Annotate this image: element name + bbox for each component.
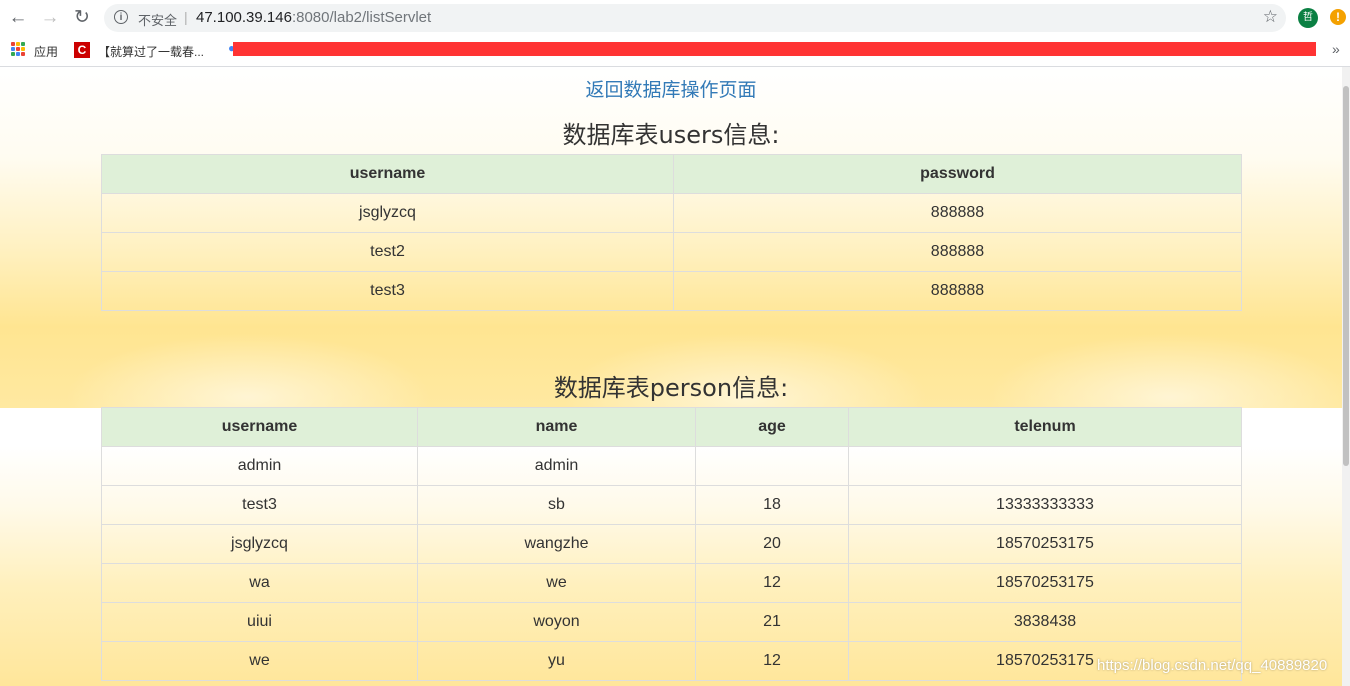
users-table-body: jsglyzcq 888888 test2 888888 test3 888888 (101, 193, 1242, 311)
person-table: username name age telenum admin admin test3 sb… (101, 407, 1242, 681)
apps-grid-dot (16, 42, 20, 46)
table-cell-name: wangzhe (417, 524, 696, 564)
url-host: 47.100.39.146 (196, 9, 292, 26)
url-path: :8080/lab2/listServlet (291, 9, 432, 26)
table-row: we yu 12 18570253175 (101, 641, 1242, 681)
forward-arrow-icon[interactable]: → (38, 6, 62, 30)
bookmark-star-icon[interactable]: ☆ (1263, 7, 1278, 27)
column-header-age: age (695, 407, 849, 447)
watermark: https://blog.csdn.net/qq_40889820 (1097, 657, 1328, 674)
table-row: test3 sb 18 13333333333 (101, 485, 1242, 525)
table-cell-age: 20 (695, 524, 849, 564)
table-cell-username: jsglyzcq (101, 524, 418, 564)
table-cell-username: test3 (101, 271, 674, 311)
table-cell-telenum (848, 446, 1242, 486)
reload-icon[interactable]: ↻ (70, 6, 94, 30)
apps-grid-dot (21, 52, 25, 56)
table-cell-password: 888888 (673, 271, 1242, 311)
table-cell-telenum: 18570253175 (848, 524, 1242, 564)
table-cell-username: wa (101, 563, 418, 603)
info-icon[interactable]: i (114, 10, 128, 24)
table-cell-name: admin (417, 446, 696, 486)
back-link-text[interactable]: 返回数据库操作页面 (585, 79, 756, 101)
users-table-title: 数据库表users信息: (562, 121, 780, 149)
table-cell-password: 888888 (673, 232, 1242, 272)
person-table-body: admin admin test3 sb 18 13333333333 jsglyzcq wa… (101, 446, 1242, 681)
security-label[interactable]: 不安全 (138, 10, 177, 29)
table-cell-username: jsglyzcq (101, 193, 674, 233)
apps-grid-dot (21, 42, 25, 46)
table-cell-age (695, 446, 849, 486)
column-header-password: password (673, 154, 1242, 194)
alert-icon[interactable]: ! (1330, 9, 1346, 25)
table-cell-age: 21 (695, 602, 849, 642)
table-cell-name: we (417, 563, 696, 603)
apps-grid-dot (11, 47, 15, 51)
table-cell-telenum: 13333333333 (848, 485, 1242, 525)
back-arrow-icon[interactable]: ← (6, 6, 30, 30)
page-viewport: 返回数据库操作页面 数据库表users信息: username password … (0, 67, 1342, 686)
table-cell-username: admin (101, 446, 418, 486)
table-cell-username: test3 (101, 485, 418, 525)
column-header-username: username (101, 407, 418, 447)
bookmark-apps[interactable]: 应用 (34, 43, 58, 60)
table-cell-age: 18 (695, 485, 849, 525)
table-row: admin admin (101, 446, 1242, 486)
apps-grid-dot (16, 47, 20, 51)
table-cell-username: we (101, 641, 418, 681)
person-table-title: 数据库表person信息: (553, 374, 789, 402)
bookmark-item-1[interactable]: 【就算过了一载春... (98, 43, 204, 60)
table-cell-name: sb (417, 485, 696, 525)
apps-grid-dot (21, 47, 25, 51)
apps-grid-dot (11, 52, 15, 56)
scrollbar-thumb[interactable] (1343, 86, 1349, 466)
table-cell-name: yu (417, 641, 696, 681)
users-table-header: username password (101, 154, 1242, 194)
column-header-username: username (101, 154, 674, 194)
apps-grid-dot (11, 42, 15, 46)
table-cell-name: woyon (417, 602, 696, 642)
table-cell-telenum: 3838438 (848, 602, 1242, 642)
bookmark-c-icon[interactable]: C (74, 42, 90, 58)
column-header-name: name (417, 407, 696, 447)
table-cell-age: 12 (695, 563, 849, 603)
apps-grid-dot (16, 52, 20, 56)
table-row: jsglyzcq 888888 (101, 193, 1242, 233)
apps-grid-icon[interactable] (11, 42, 25, 56)
person-table-header: username name age telenum (101, 407, 1242, 447)
address-bar[interactable]: i 不安全 | 47.100.39.146:8080/lab2/listServ… (104, 4, 1286, 32)
table-row: uiui woyon 21 3838438 (101, 602, 1242, 642)
table-cell-username: test2 (101, 232, 674, 272)
redaction-bar (233, 42, 1316, 56)
table-cell-age: 12 (695, 641, 849, 681)
table-cell-password: 888888 (673, 193, 1242, 233)
browser-toolbar: ← → ↻ i 不安全 | 47.100.39.146:8080/lab2/li… (0, 0, 1350, 36)
profile-avatar[interactable]: 哲 (1298, 8, 1318, 28)
table-cell-username: uiui (101, 602, 418, 642)
table-row: jsglyzcq wangzhe 20 18570253175 (101, 524, 1242, 564)
table-cell-telenum: 18570253175 (848, 563, 1242, 603)
address-separator: | (184, 9, 188, 25)
column-header-telenum: telenum (848, 407, 1242, 447)
table-row: test3 888888 (101, 271, 1242, 311)
table-row: wa we 12 18570253175 (101, 563, 1242, 603)
back-to-db-page-link[interactable]: 返回数据库操作页面 (0, 75, 1342, 102)
bookmarks-overflow-icon[interactable]: » (1332, 41, 1340, 57)
table-row: test2 888888 (101, 232, 1242, 272)
url-text[interactable]: 47.100.39.146:8080/lab2/listServlet (196, 9, 431, 26)
users-table: username password jsglyzcq 888888 test2 8888… (101, 154, 1242, 311)
